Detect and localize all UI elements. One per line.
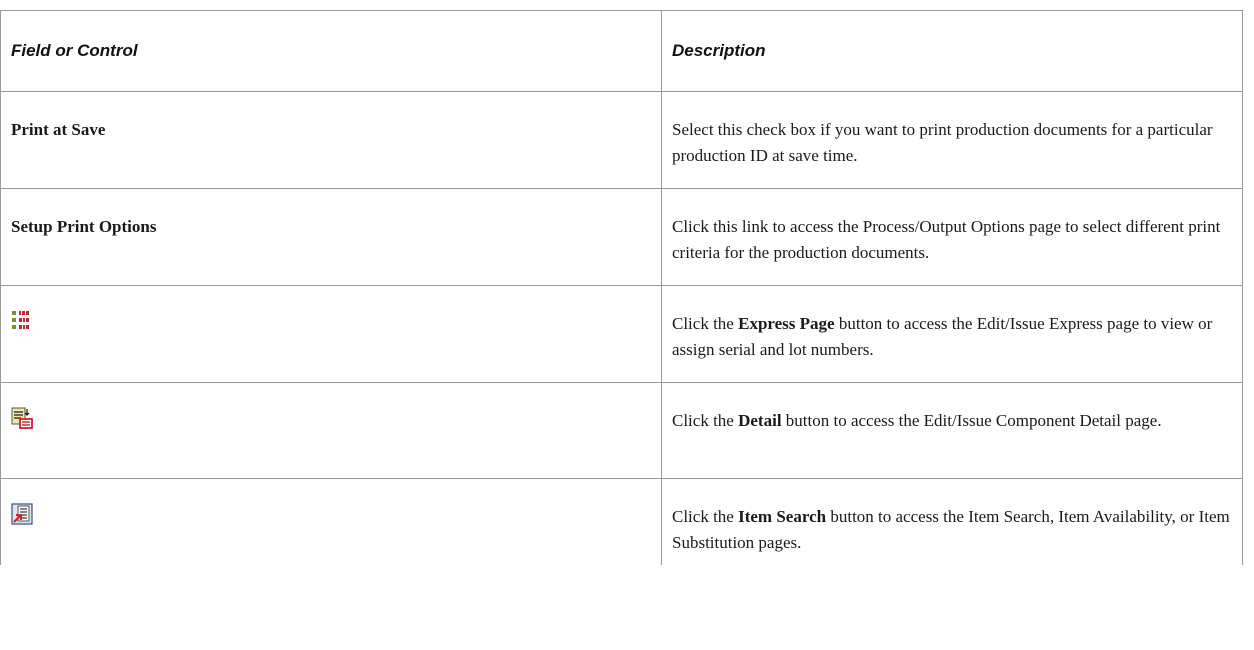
- description-express-page: Click the Express Page button to access …: [672, 314, 1213, 359]
- field-icon-cell-detail: [1, 383, 662, 478]
- table-row: Click the Item Search button to access t…: [1, 479, 1242, 565]
- field-label-print-at-save: Print at Save: [1, 92, 662, 188]
- field-icon-cell-item-search: [1, 479, 662, 565]
- description-print-at-save: Select this check box if you want to pri…: [672, 120, 1213, 165]
- term-express-page: Express Page: [738, 314, 835, 333]
- detail-icon[interactable]: [11, 407, 33, 429]
- table-row: Setup Print Options Click this link to a…: [1, 189, 1242, 286]
- term-item-search: Item Search: [738, 507, 827, 526]
- item-search-icon[interactable]: [11, 503, 33, 525]
- field-description-table: Field or Control Description Print at Sa…: [0, 10, 1243, 565]
- table-row: Print at Save Select this check box if y…: [1, 92, 1242, 189]
- express-page-icon[interactable]: [11, 310, 31, 330]
- description-setup-print-options: Click this link to access the Process/Ou…: [672, 217, 1221, 262]
- header-field-or-control: Field or Control: [1, 11, 662, 91]
- description-item-search: Click the Item Search button to access t…: [672, 507, 1230, 552]
- table-header-row: Field or Control Description: [1, 10, 1242, 92]
- field-icon-cell-express: [1, 286, 662, 382]
- table-row: Click the Express Page button to access …: [1, 286, 1242, 383]
- header-description: Description: [672, 41, 766, 60]
- table-row: Click the Detail button to access the Ed…: [1, 383, 1242, 479]
- term-detail: Detail: [738, 411, 782, 430]
- field-label-setup-print-options: Setup Print Options: [1, 189, 662, 285]
- description-detail: Click the Detail button to access the Ed…: [672, 411, 1162, 430]
